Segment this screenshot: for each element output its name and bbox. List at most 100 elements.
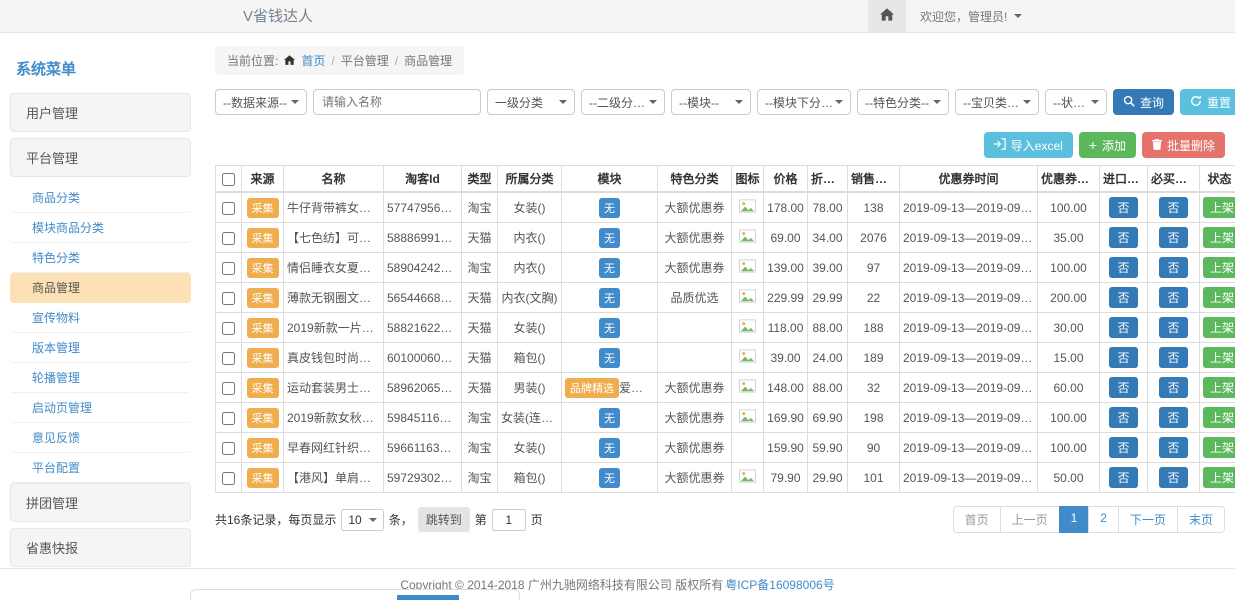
import-select-toggle[interactable]: 否 <box>1109 257 1137 278</box>
must-buy-toggle[interactable]: 否 <box>1159 347 1187 368</box>
import-select-toggle[interactable]: 否 <box>1109 437 1137 458</box>
must-buy-toggle[interactable]: 否 <box>1159 197 1187 218</box>
sidebar-item-goods-category[interactable]: 商品分类 <box>10 183 191 213</box>
must-buy-toggle[interactable]: 否 <box>1159 227 1187 248</box>
must-buy-toggle[interactable]: 否 <box>1159 257 1187 278</box>
row-checkbox[interactable] <box>222 412 235 425</box>
pager-item-5[interactable]: 末页 <box>1177 506 1225 533</box>
sidebar-item-groupbuy-management[interactable]: 拼团管理 <box>10 483 191 522</box>
sidebar-item-splash-management[interactable]: 启动页管理 <box>10 393 191 423</box>
import-select-toggle[interactable]: 否 <box>1109 197 1137 218</box>
cell-sales: 189 <box>848 343 900 373</box>
status-button[interactable]: 上架 <box>1203 377 1235 398</box>
import-select-toggle[interactable]: 否 <box>1109 287 1137 308</box>
status-button[interactable]: 上架 <box>1203 347 1235 368</box>
filter-select-status[interactable]: --状态-- <box>1045 89 1107 115</box>
cell-status: 上架 <box>1200 403 1235 433</box>
sidebar-item-platform-config[interactable]: 平台配置 <box>10 453 191 483</box>
import-select-toggle[interactable]: 否 <box>1109 317 1137 338</box>
row-checkbox[interactable] <box>222 442 235 455</box>
row-checkbox[interactable] <box>222 382 235 395</box>
cell-module: 无 <box>562 433 658 463</box>
filter-select-data-source[interactable]: --数据来源-- <box>215 89 307 115</box>
import-select-toggle[interactable]: 否 <box>1109 407 1137 428</box>
sidebar-item-saving-express[interactable]: 省惠快报 <box>10 528 191 567</box>
sidebar-item-user-management[interactable]: 用户管理 <box>10 93 191 132</box>
row-checkbox[interactable] <box>222 472 235 485</box>
ghost-panel-edge <box>190 589 520 600</box>
status-button[interactable]: 上架 <box>1203 317 1235 338</box>
sidebar-item-module-goods-category[interactable]: 模块商品分类 <box>10 213 191 243</box>
sidebar-item-platform-management[interactable]: 平台管理 <box>10 138 191 177</box>
jump-page-input[interactable] <box>492 509 526 531</box>
add-button[interactable]: + 添加 <box>1079 132 1136 158</box>
pager-item-0[interactable]: 首页 <box>953 506 1001 533</box>
status-button[interactable]: 上架 <box>1203 437 1235 458</box>
row-checkbox[interactable] <box>222 262 235 275</box>
sidebar-item-goods-management[interactable]: 商品管理 <box>10 273 191 303</box>
row-checkbox[interactable] <box>222 352 235 365</box>
import-select-toggle[interactable]: 否 <box>1109 227 1137 248</box>
select-all-checkbox[interactable] <box>222 173 235 186</box>
refresh-icon <box>1190 95 1202 110</box>
must-buy-toggle[interactable]: 否 <box>1159 377 1187 398</box>
import-icon <box>994 138 1006 153</box>
filter-select-module-subcategory[interactable]: --模块下分类-- <box>757 89 851 115</box>
pager-item-2[interactable]: 1 <box>1059 506 1090 533</box>
pager-item-1[interactable]: 上一页 <box>1000 506 1060 533</box>
pager-item-3[interactable]: 2 <box>1088 506 1119 533</box>
query-button[interactable]: 查询 <box>1113 89 1174 115</box>
status-button[interactable]: 上架 <box>1203 467 1235 488</box>
cell-sales: 101 <box>848 463 900 493</box>
source-badge: 采集 <box>247 408 279 428</box>
jump-button[interactable]: 跳转到 <box>418 507 470 532</box>
cell-check <box>216 283 242 313</box>
status-button[interactable]: 上架 <box>1203 227 1235 248</box>
user-menu[interactable]: 欢迎您，管理员! <box>906 8 1036 25</box>
sidebar-item-promo-materials[interactable]: 宣传物料 <box>10 303 191 333</box>
must-buy-toggle[interactable]: 否 <box>1159 437 1187 458</box>
icp-link[interactable]: 粤ICP备16098006号 <box>725 576 834 593</box>
import-select-toggle[interactable]: 否 <box>1109 377 1137 398</box>
filter-select-module[interactable]: --模块-- <box>671 89 751 115</box>
cell-must-buy: 否 <box>1148 192 1200 223</box>
status-button[interactable]: 上架 <box>1203 257 1235 278</box>
must-buy-toggle[interactable]: 否 <box>1159 467 1187 488</box>
sidebar-item-carousel-management[interactable]: 轮播管理 <box>10 363 191 393</box>
breadcrumb-home-link[interactable]: 首页 <box>301 52 325 69</box>
batch-delete-button[interactable]: 批量删除 <box>1142 132 1225 158</box>
module-badge: 无 <box>599 288 620 308</box>
filter-select-level1-category[interactable]: 一级分类 <box>487 89 575 115</box>
per-page-select[interactable]: 10 <box>341 509 383 531</box>
import-excel-button[interactable]: 导入excel <box>984 132 1073 158</box>
filter-select-item-type[interactable]: --宝贝类型-- <box>955 89 1039 115</box>
must-buy-toggle[interactable]: 否 <box>1159 317 1187 338</box>
cell-module: 无 <box>562 192 658 223</box>
filter-select-feature-category[interactable]: --特色分类-- <box>857 89 949 115</box>
row-checkbox[interactable] <box>222 292 235 305</box>
filter-select-level2-category[interactable]: --二级分类-- <box>581 89 665 115</box>
status-button[interactable]: 上架 <box>1203 407 1235 428</box>
home-button[interactable] <box>868 0 906 32</box>
cell-check <box>216 223 242 253</box>
sidebar-item-feature-category[interactable]: 特色分类 <box>10 243 191 273</box>
breadcrumb-separator: / <box>395 54 398 68</box>
status-button[interactable]: 上架 <box>1203 197 1235 218</box>
cell-category: 内衣() <box>498 253 562 283</box>
must-buy-toggle[interactable]: 否 <box>1159 407 1187 428</box>
pager-item-4[interactable]: 下一页 <box>1118 506 1178 533</box>
cell-category: 内衣() <box>498 223 562 253</box>
must-buy-toggle[interactable]: 否 <box>1159 287 1187 308</box>
row-checkbox[interactable] <box>222 322 235 335</box>
name-search-input[interactable] <box>313 89 481 115</box>
sidebar-item-version-management[interactable]: 版本管理 <box>10 333 191 363</box>
row-checkbox[interactable] <box>222 232 235 245</box>
sidebar-item-feedback[interactable]: 意见反馈 <box>10 423 191 453</box>
cell-source: 采集 <box>242 343 284 373</box>
status-button[interactable]: 上架 <box>1203 287 1235 308</box>
row-checkbox[interactable] <box>222 202 235 215</box>
reset-button[interactable]: 重置 <box>1180 89 1235 115</box>
import-select-toggle[interactable]: 否 <box>1109 467 1137 488</box>
import-select-toggle[interactable]: 否 <box>1109 347 1137 368</box>
table-row: 采集【港风】单肩斜跨链条...597293020870淘宝箱包()无大额优惠券7… <box>216 463 1235 493</box>
